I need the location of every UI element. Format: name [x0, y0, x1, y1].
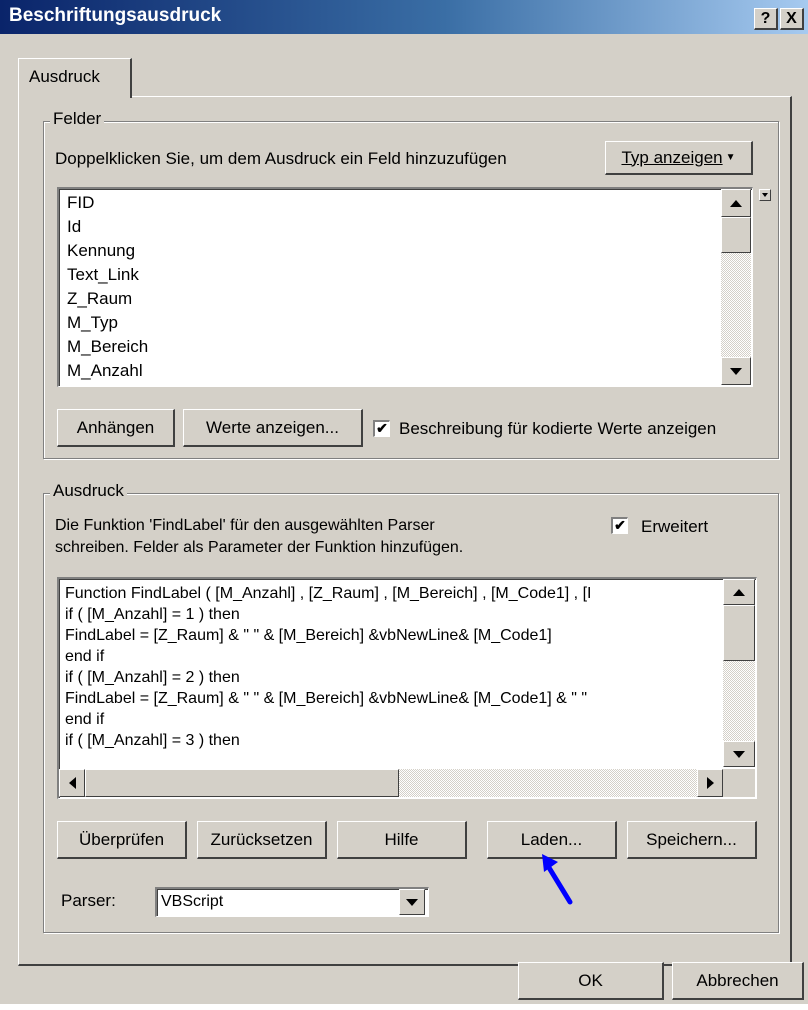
close-button[interactable]: X — [780, 8, 804, 30]
fields-group-legend: Felder — [50, 109, 105, 129]
list-item[interactable]: Id — [67, 217, 81, 237]
verify-button[interactable]: Überprüfen — [57, 821, 187, 859]
scroll-thumb[interactable] — [723, 605, 755, 661]
advanced-checkbox[interactable]: ✔ — [611, 517, 628, 534]
cancel-button-label: Abbrechen — [696, 970, 779, 990]
parser-select[interactable]: VBScript — [155, 887, 429, 917]
list-item[interactable]: Z_Raum — [67, 289, 132, 309]
dialog-window: Beschriftungsausdruck ? X Ausdruck Felde… — [0, 0, 808, 1004]
show-values-button[interactable]: Werte anzeigen... — [183, 409, 363, 447]
expression-instruction-line1: Die Funktion 'FindLabel' für den ausgewä… — [55, 517, 435, 534]
scrollbar-corner — [723, 769, 755, 797]
list-item[interactable]: M_Typ — [67, 313, 118, 333]
chevron-down-icon — [733, 750, 745, 758]
help-action-button-label: Hilfe — [384, 829, 419, 849]
scroll-thumb[interactable] — [721, 217, 751, 253]
scroll-left-button[interactable] — [59, 769, 85, 797]
help-button[interactable]: ? — [754, 8, 778, 30]
tab-ausdruck[interactable]: Ausdruck — [18, 58, 132, 98]
expression-editor[interactable]: Function FindLabel ( [M_Anzahl] , [Z_Rau… — [57, 577, 757, 799]
reset-button-label: Zurücksetzen — [210, 829, 313, 849]
coded-values-checkbox[interactable]: ✔ — [373, 420, 390, 437]
type-display-button[interactable]: Typ anzeigen ▼ — [605, 141, 753, 175]
ok-button-label: OK — [578, 970, 603, 990]
fields-list-scrollbar[interactable] — [721, 189, 751, 385]
save-button[interactable]: Speichern... — [627, 821, 757, 859]
list-item[interactable]: Text_Link — [67, 265, 139, 285]
list-item[interactable]: M_Anzahl — [67, 361, 143, 381]
code-line: if ( [M_Anzahl] = 1 ) then — [65, 606, 240, 623]
code-line: Function FindLabel ( [M_Anzahl] , [Z_Rau… — [65, 585, 592, 602]
code-line: end if — [65, 648, 105, 665]
fields-list[interactable]: FID Id Kennung Text_Link Z_Raum M_Typ M_… — [57, 187, 753, 387]
code-line: FindLabel = [Z_Raum] & " " & [M_Bereich]… — [65, 627, 552, 644]
append-button[interactable]: Anhängen — [57, 409, 175, 447]
code-line: if ( [M_Anzahl] = 3 ) then — [65, 732, 240, 749]
scroll-down-button[interactable] — [721, 357, 751, 385]
parser-select-value: VBScript — [161, 893, 224, 910]
expression-instruction-line2: schreiben. Felder als Parameter der Funk… — [55, 539, 464, 556]
expression-group-legend: Ausdruck — [50, 481, 127, 501]
verify-button-label: Überprüfen — [78, 829, 165, 849]
list-item[interactable]: FID — [67, 193, 94, 213]
chevron-down-icon — [406, 898, 418, 906]
expression-editor-text[interactable]: Function FindLabel ( [M_Anzahl] , [Z_Rau… — [59, 579, 721, 767]
parser-label: Parser: — [61, 891, 116, 910]
checkmark-icon: ✔ — [614, 517, 626, 533]
fields-instruction: Doppelklicken Sie, um dem Ausdruck ein F… — [55, 149, 507, 168]
chevron-up-icon — [730, 199, 742, 207]
scroll-down-button[interactable] — [723, 741, 755, 767]
scroll-right-button[interactable] — [697, 769, 723, 797]
help-action-button[interactable]: Hilfe — [337, 821, 467, 859]
advanced-checkbox-label: Erweitert — [641, 517, 709, 536]
code-line: FindLabel = [Z_Raum] & " " & [M_Bereich]… — [65, 690, 588, 707]
title-bar[interactable]: Beschriftungsausdruck ? X — [0, 0, 808, 34]
checkmark-icon: ✔ — [376, 420, 388, 436]
scroll-up-button[interactable] — [721, 189, 751, 217]
fields-list-content: FID Id Kennung Text_Link Z_Raum M_Typ M_… — [59, 189, 719, 385]
code-line: if ( [M_Anzahl] = 2 ) then — [65, 669, 240, 686]
list-item[interactable]: Kennung — [67, 241, 135, 261]
window-title: Beschriftungsausdruck — [9, 5, 222, 26]
tab-panel: Felder Doppelklicken Sie, um dem Ausdruc… — [18, 96, 792, 966]
list-item[interactable]: M_Bereich — [67, 337, 148, 357]
expand-icon — [762, 193, 768, 197]
reset-button[interactable]: Zurücksetzen — [197, 821, 327, 859]
help-icon: ? — [760, 10, 771, 27]
editor-vertical-scrollbar[interactable] — [723, 579, 755, 767]
chevron-down-icon — [730, 367, 742, 375]
close-icon: X — [786, 10, 797, 27]
chevron-left-icon — [68, 777, 76, 789]
type-display-button-label: Typ anzeigen — [621, 147, 723, 167]
annotation-arrow-icon — [542, 854, 573, 905]
list-expand-button[interactable] — [759, 189, 771, 201]
tab-label: Ausdruck — [29, 67, 100, 86]
append-button-label: Anhängen — [76, 417, 155, 437]
load-button-label: Laden... — [520, 829, 583, 849]
ok-button[interactable]: OK — [518, 962, 664, 1000]
dropdown-arrow-icon: ▼ — [725, 152, 736, 163]
chevron-up-icon — [733, 588, 745, 596]
horizontal-scroll-thumb[interactable] — [85, 769, 399, 797]
save-button-label: Speichern... — [646, 829, 737, 849]
parser-dropdown-button[interactable] — [399, 889, 425, 915]
coded-values-label: Beschreibung für kodierte Werte anzeigen — [399, 419, 717, 438]
code-line: end if — [65, 711, 105, 728]
show-values-button-label: Werte anzeigen... — [206, 417, 339, 437]
cancel-button[interactable]: Abbrechen — [672, 962, 804, 1000]
chevron-right-icon — [706, 777, 714, 789]
scroll-up-button[interactable] — [723, 579, 755, 605]
editor-horizontal-scrollbar[interactable] — [59, 769, 723, 797]
